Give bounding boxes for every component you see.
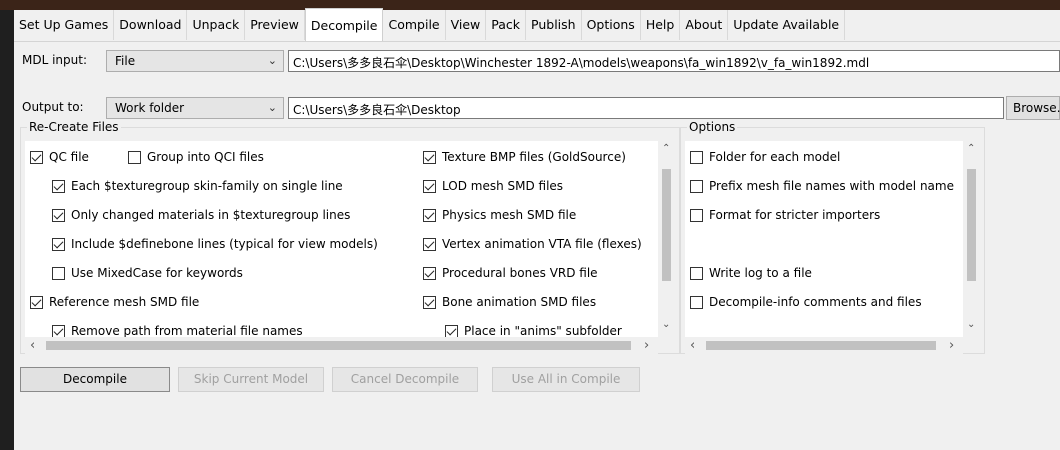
tab-update-available[interactable]: Update Available [728,10,846,40]
remove-material-path-checkbox[interactable]: Remove path from material file names [52,324,303,337]
definebone-checkbox[interactable]: Include $definebone lines (typical for v… [52,237,378,251]
mixedcase-checkbox[interactable]: Use MixedCase for keywords [52,266,243,280]
mdl-path-input[interactable]: C:\Users\多多良石伞\Desktop\Winchester 1892-A… [288,50,1060,72]
tab-publish[interactable]: Publish [526,10,582,40]
checkbox-box [52,179,65,193]
skip-current-model-button[interactable]: Skip Current Model [178,367,324,392]
output-to-label: Output to: [22,100,84,114]
physics-mesh-checkbox[interactable]: Physics mesh SMD file [423,208,576,222]
scrollbar-thumb[interactable] [967,169,976,281]
tab-unpack[interactable]: Unpack [187,10,246,40]
decompile-button[interactable]: Decompile [20,367,170,392]
crowbar-window: Set Up Games Download Unpack Preview Dec… [14,8,1060,450]
anims-subfolder-checkbox[interactable]: Place in "anims" subfolder [445,324,622,337]
qc-file-checkbox[interactable]: QC file [30,150,89,164]
tab-view[interactable]: View [445,10,487,40]
recreate-files-list: QC file Group into QCI files Each $textu… [25,141,658,337]
tab-preview[interactable]: Preview [245,10,305,40]
checkbox-box [423,266,436,280]
stricter-importers-checkbox[interactable]: Format for stricter importers [690,208,880,222]
vertex-animation-checkbox[interactable]: Vertex animation VTA file (flexes) [423,237,642,251]
checkbox-box [52,208,65,222]
prefix-mesh-names-checkbox[interactable]: Prefix mesh file names with model name [690,179,954,193]
texture-bmp-checkbox[interactable]: Texture BMP files (GoldSource) [423,150,626,164]
mdl-input-mode-select[interactable]: File ⌄ [106,50,284,72]
checkbox-box [445,324,458,337]
options-group: Options Folder for each model Prefix mes… [680,120,985,354]
scrollbar-thumb[interactable] [46,341,631,350]
recreate-vertical-scrollbar[interactable]: ⌃ ⌄ [658,141,675,337]
options-vertical-scrollbar[interactable]: ⌃ ⌄ [963,141,980,337]
scroll-down-icon[interactable]: ⌄ [662,319,670,330]
decompile-info-checkbox[interactable]: Decompile-info comments and files [690,295,922,309]
procedural-bones-checkbox[interactable]: Procedural bones VRD file [423,266,598,280]
scroll-left-icon[interactable]: ‹ [30,338,35,353]
reference-mesh-checkbox[interactable]: Reference mesh SMD file [30,295,199,309]
checkbox-box [423,295,436,309]
checkbox-box [423,208,436,222]
recreate-files-title: Re-Create Files [27,120,121,134]
mdl-input-label: MDL input: [22,53,88,67]
checkbox-box [52,324,65,337]
use-all-in-compile-button[interactable]: Use All in Compile [492,367,640,392]
options-title: Options [687,120,738,134]
checkbox-box [52,237,65,251]
mdl-input-mode-value: File [115,54,136,68]
window-top-border [0,0,1060,10]
scroll-right-icon[interactable]: › [949,338,954,353]
tab-compile[interactable]: Compile [383,10,446,40]
window-left-border [0,10,14,450]
scroll-down-icon[interactable]: ⌄ [967,319,975,330]
texturegroup-single-line-checkbox[interactable]: Each $texturegroup skin-family on single… [52,179,343,193]
scroll-up-icon[interactable]: ⌃ [662,143,670,154]
tab-download[interactable]: Download [114,10,188,40]
browse-button[interactable]: Browse... [1006,96,1060,120]
scrollbar-thumb[interactable] [662,169,671,281]
options-horizontal-scrollbar[interactable]: ‹ › [685,337,963,354]
tab-decompile[interactable]: Decompile [304,8,384,41]
checkbox-box [423,179,436,193]
checkbox-box [423,237,436,251]
checkbox-box [52,266,65,280]
folder-each-model-checkbox[interactable]: Folder for each model [690,150,840,164]
write-log-checkbox[interactable]: Write log to a file [690,266,812,280]
scroll-right-icon[interactable]: › [644,338,649,353]
output-mode-value: Work folder [115,101,185,115]
options-list: Folder for each model Prefix mesh file n… [685,141,963,337]
checkbox-box [690,179,703,193]
lod-mesh-checkbox[interactable]: LOD mesh SMD files [423,179,563,193]
checkbox-box [30,295,43,309]
tab-set-up-games[interactable]: Set Up Games [14,10,115,40]
checkbox-box [690,150,703,164]
chevron-down-icon: ⌄ [267,101,277,114]
checkbox-box [690,266,703,280]
changed-materials-checkbox[interactable]: Only changed materials in $texturegroup … [52,208,350,222]
scroll-left-icon[interactable]: ‹ [690,338,695,353]
tab-options[interactable]: Options [581,10,641,40]
checkbox-box [690,295,703,309]
cancel-decompile-button[interactable]: Cancel Decompile [332,367,478,392]
checkbox-box [30,150,43,164]
chevron-down-icon: ⌄ [267,54,277,67]
checkbox-box [128,150,141,164]
scroll-up-icon[interactable]: ⌃ [967,143,975,154]
recreate-files-group: Re-Create Files QC file Group into QCI f… [20,120,680,354]
bone-animation-checkbox[interactable]: Bone animation SMD files [423,295,596,309]
tab-help[interactable]: Help [640,10,681,40]
checkbox-box [690,208,703,222]
tab-about[interactable]: About [680,10,729,40]
output-mode-select[interactable]: Work folder ⌄ [106,97,284,119]
group-qci-checkbox[interactable]: Group into QCI files [128,150,264,164]
tab-bar: Set Up Games Download Unpack Preview Dec… [14,8,1060,42]
output-path-input[interactable]: C:\Users\多多良石伞\Desktop [288,97,1004,119]
scrollbar-thumb[interactable] [706,341,936,350]
tab-pack[interactable]: Pack [486,10,527,40]
recreate-horizontal-scrollbar[interactable]: ‹ › [25,337,658,354]
checkbox-box [423,150,436,164]
